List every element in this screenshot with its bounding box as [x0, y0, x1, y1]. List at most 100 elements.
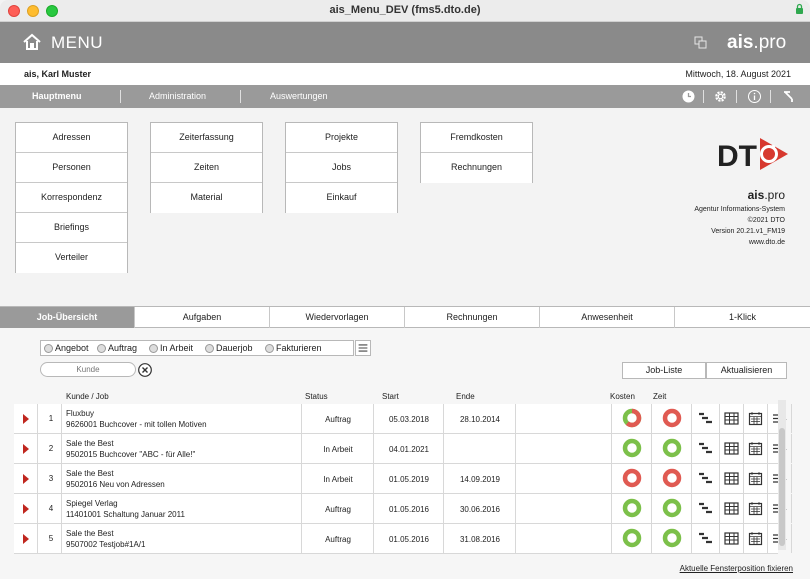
- row-expand-icon[interactable]: [23, 414, 29, 424]
- calendar-icon[interactable]: [748, 411, 763, 426]
- customer-job-cell[interactable]: Sale the Best 9502016 Neu von Adressen: [66, 468, 165, 490]
- gantt-icon[interactable]: [698, 441, 713, 456]
- status-cell: Auftrag: [325, 535, 351, 544]
- gear-icon[interactable]: [713, 89, 728, 104]
- table-row[interactable]: 1 Fluxbuy 9626001 Buchcover - mit tollen M…: [14, 404, 792, 434]
- menu-button-projekte[interactable]: Projekte: [286, 123, 397, 153]
- menu-button-material[interactable]: Material: [151, 183, 262, 213]
- gantt-icon[interactable]: [698, 531, 713, 546]
- status-cell: Auftrag: [325, 505, 351, 514]
- filter-in-arbeit[interactable]: In Arbeit: [149, 343, 193, 353]
- row-expand-icon[interactable]: [23, 474, 29, 484]
- time-donut-icon[interactable]: [662, 438, 682, 458]
- customer-job-cell[interactable]: Spiegel Verlag 11401001 Schaltung Januar …: [66, 498, 185, 520]
- nav-hauptmenu[interactable]: Hauptmenu: [32, 91, 82, 101]
- customer-search-input[interactable]: [40, 362, 136, 377]
- table-icon[interactable]: [724, 471, 739, 486]
- table-row[interactable]: 4 Spiegel Verlag 11401001 Schaltung Januar…: [14, 494, 792, 524]
- cost-donut-icon[interactable]: [622, 498, 642, 518]
- table-icon[interactable]: [724, 531, 739, 546]
- clear-search-icon[interactable]: [138, 363, 152, 377]
- menu-column-projects: Projekte Jobs Einkauf: [285, 122, 398, 213]
- nav-administration[interactable]: Administration: [149, 91, 206, 101]
- nav-divider: [736, 90, 737, 103]
- exit-icon[interactable]: [781, 89, 796, 104]
- cost-donut-icon[interactable]: [622, 468, 642, 488]
- table-row[interactable]: 5 Sale the Best 9507002 Testjob#1A/1 Auftra…: [14, 524, 792, 554]
- calendar-icon[interactable]: [748, 441, 763, 456]
- time-donut-icon[interactable]: [662, 408, 682, 428]
- customer-job-cell[interactable]: Sale the Best 9502015 Buchcover "ABC - fü…: [66, 438, 195, 460]
- menu-button-jobs[interactable]: Jobs: [286, 153, 397, 183]
- row-expand-icon[interactable]: [23, 504, 29, 514]
- customer-name: Sale the Best: [66, 439, 114, 448]
- menu-button-adressen[interactable]: Adressen: [16, 123, 127, 153]
- window-titlebar: ais_Menu_DEV (fms5.dto.de): [0, 0, 810, 22]
- menu-button-rechnungen[interactable]: Rechnungen: [421, 153, 532, 183]
- filter-auftrag[interactable]: Auftrag: [97, 343, 137, 353]
- table-row[interactable]: 3 Sale the Best 9502016 Neu von Adressen In…: [14, 464, 792, 494]
- menu-button-zeiterfassung[interactable]: Zeiterfassung: [151, 123, 262, 153]
- gantt-icon[interactable]: [698, 471, 713, 486]
- menu-button-korrespondenz[interactable]: Korrespondenz: [16, 183, 127, 213]
- row-expand-icon[interactable]: [23, 444, 29, 454]
- current-date: Mittwoch, 18. August 2021: [685, 69, 791, 79]
- menu-button-fremdkosten[interactable]: Fremdkosten: [421, 123, 532, 153]
- scrollbar-thumb[interactable]: [779, 428, 785, 546]
- table-icon[interactable]: [724, 441, 739, 456]
- user-bar: ais, Karl Muster Mittwoch, 18. August 20…: [0, 63, 810, 85]
- table-icon[interactable]: [724, 501, 739, 516]
- table-scrollbar[interactable]: [778, 400, 786, 550]
- nav-auswertungen[interactable]: Auswertungen: [270, 91, 328, 101]
- menu-button-personen[interactable]: Personen: [16, 153, 127, 183]
- tab-aufgaben[interactable]: Aufgaben: [135, 307, 270, 328]
- menu-column-addresses: Adressen Personen Korrespondenz Briefing…: [15, 122, 128, 273]
- tab-rechnungen[interactable]: Rechnungen: [405, 307, 540, 328]
- menu-button-briefings[interactable]: Briefings: [16, 213, 127, 243]
- cost-donut-icon[interactable]: [622, 408, 642, 428]
- refresh-button[interactable]: Aktualisieren: [706, 362, 787, 379]
- tab-1-klick[interactable]: 1-Klick: [675, 307, 810, 328]
- calendar-icon[interactable]: [748, 531, 763, 546]
- copy-windows-icon[interactable]: [693, 35, 709, 51]
- menu-title[interactable]: MENU: [51, 33, 103, 53]
- customer-job-cell[interactable]: Sale the Best 9507002 Testjob#1A/1: [66, 528, 145, 550]
- cost-donut-icon[interactable]: [622, 528, 642, 548]
- filter-dauerjob[interactable]: Dauerjob: [205, 343, 253, 353]
- menu-button-einkauf[interactable]: Einkauf: [286, 183, 397, 213]
- time-donut-icon[interactable]: [662, 468, 682, 488]
- list-options-icon[interactable]: [355, 340, 371, 356]
- job-list-button[interactable]: Job-Liste: [622, 362, 706, 379]
- time-donut-icon[interactable]: [662, 498, 682, 518]
- gantt-icon[interactable]: [698, 501, 713, 516]
- tab-wiedervorlagen[interactable]: Wiedervorlagen: [270, 307, 405, 328]
- tab-anwesenheit[interactable]: Anwesenheit: [540, 307, 675, 328]
- filter-fakturieren[interactable]: Fakturieren: [265, 343, 322, 353]
- table-icon[interactable]: [724, 411, 739, 426]
- cost-donut-icon[interactable]: [622, 438, 642, 458]
- tab-job-uebersicht[interactable]: Job-Übersicht: [0, 307, 135, 328]
- calendar-icon[interactable]: [748, 501, 763, 516]
- filter-angebot[interactable]: Angebot: [44, 343, 89, 353]
- calendar-icon[interactable]: [748, 471, 763, 486]
- app-description: Agentur Informations-System: [694, 206, 785, 213]
- start-date-cell: 01.05.2016: [388, 505, 430, 514]
- menu-button-verteiler[interactable]: Verteiler: [16, 243, 127, 273]
- table-cell: [516, 464, 612, 493]
- customer-job-cell[interactable]: Fluxbuy 9626001 Buchcover - mit tollen Mo…: [66, 408, 207, 430]
- fix-window-position-link[interactable]: Aktuelle Fensterposition fixieren: [680, 564, 793, 573]
- table-cell: [516, 524, 612, 553]
- table-row[interactable]: 2 Sale the Best 9502015 Buchcover "ABC - f…: [14, 434, 792, 464]
- start-date-cell: 05.03.2018: [388, 415, 430, 424]
- time-donut-icon[interactable]: [662, 528, 682, 548]
- info-icon[interactable]: [747, 89, 762, 104]
- gantt-icon[interactable]: [698, 411, 713, 426]
- home-icon[interactable]: [22, 32, 42, 52]
- menu-button-zeiten[interactable]: Zeiten: [151, 153, 262, 183]
- dto-logo: DT: [716, 132, 790, 176]
- row-expand-icon[interactable]: [23, 534, 29, 544]
- customer-name: Sale the Best: [66, 469, 114, 478]
- clock-icon[interactable]: [681, 89, 696, 104]
- menu-column-time: Zeiterfassung Zeiten Material: [150, 122, 263, 213]
- row-number: 2: [48, 444, 54, 453]
